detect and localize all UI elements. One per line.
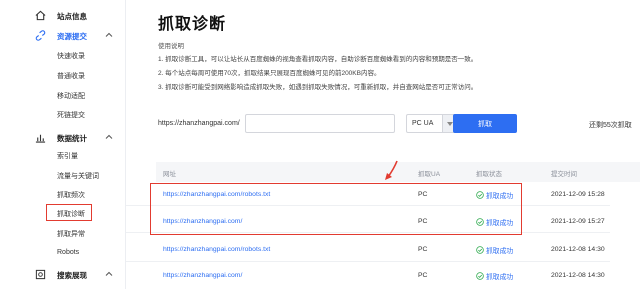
url-path-input[interactable] [245,114,395,133]
annotation-arrow-icon [385,160,398,180]
usage-line: 2. 每个站点每周可使用70次，抓取结果只展现百度蜘蛛可见的前200KB内容。 [158,70,381,77]
column-header-status: 抓取状态 [476,171,502,178]
chevron-up-icon[interactable] [104,30,114,40]
table-row: https://zhanzhangpai.com/robots.txt PC 抓… [126,240,610,262]
ua-select-value: PC UA [412,120,434,127]
highlight-box-table [150,183,522,235]
sidebar-group-resource-submit[interactable]: 资源提交 [0,27,126,45]
column-header-url: 网址 [163,171,176,178]
sidebar-item-crawl-errors[interactable]: 抓取异常 [57,229,85,239]
row-ua: PC [418,246,428,253]
link-icon [35,30,46,41]
check-circle-icon [476,272,484,280]
sidebar-item-mobile-adapt[interactable]: 移动适配 [57,91,85,101]
row-status: 抓取成功 [476,271,513,281]
sidebar-group-label: 数据统计 [57,133,87,143]
row-time: 2021-12-08 14:30 [551,246,605,253]
search-display-icon [35,269,46,280]
check-circle-icon [476,246,484,254]
column-header-ua: 抓取UA [418,171,441,178]
usage-title: 使用说明 [158,43,184,50]
bar-chart-icon [35,134,46,143]
sidebar-group-data-stats[interactable]: 数据统计 [0,129,126,147]
status-text[interactable]: 抓取成功 [486,245,513,255]
sidebar: 站点信息 资源提交 快速收录 普通收录 移动适配 死链提交 数据统计 索引量 流… [0,0,126,289]
caret-down-icon [446,121,453,126]
page-title: 抓取诊断 [158,16,227,33]
sidebar-group-site-info[interactable]: 站点信息 [0,7,126,25]
url-prefix: https://zhanzhangpai.com/ [158,120,240,127]
usage-line: 1. 抓取诊断工具，可以让站长从百度蜘蛛的视角查看抓取内容，自助诊断百度蜘蛛看到… [158,56,478,63]
row-url-link[interactable]: https://zhanzhangpai.com/robots.txt [163,246,270,253]
usage-line: 3. 抓取诊断可能受到网络影响造成抓取失败，如遇到抓取失败情况，可重新抓取，并自… [158,84,478,91]
chevron-up-icon[interactable] [104,269,114,279]
row-time: 2021-12-09 15:28 [551,191,605,198]
sidebar-item-robots[interactable]: Robots [57,249,79,256]
sidebar-item-dead-link[interactable]: 死链提交 [57,110,85,120]
home-icon [35,10,46,21]
row-time: 2021-12-08 14:30 [551,272,605,279]
row-time: 2021-12-09 15:27 [551,218,605,225]
sidebar-item-normal-index[interactable]: 普通收录 [57,71,85,81]
status-text[interactable]: 抓取成功 [486,271,513,281]
fetch-button[interactable]: 抓取 [453,114,517,133]
ua-select[interactable]: PC UA [406,114,457,133]
row-ua: PC [418,272,428,279]
chevron-up-icon[interactable] [104,132,114,142]
sidebar-item-traffic-keywords[interactable]: 流量与关键词 [57,171,99,181]
column-header-time: 提交时间 [551,171,577,178]
sidebar-group-search-display[interactable]: 搜索展现 [0,266,126,284]
remaining-count: 还剩55次抓取 [589,122,632,129]
row-status: 抓取成功 [476,245,513,255]
sidebar-group-label: 站点信息 [57,11,87,21]
sidebar-item-index-volume[interactable]: 索引量 [57,151,78,161]
sidebar-item-fast-index[interactable]: 快速收录 [57,51,85,61]
row-url-link[interactable]: https://zhanzhangpai.com/ [163,272,242,279]
sidebar-group-label: 搜索展现 [57,270,87,280]
sidebar-item-crawl-frequency[interactable]: 抓取频次 [57,190,85,200]
highlight-box-sidebar [46,204,92,221]
table-row: https://zhanzhangpai.com/ PC 抓取成功 2021-1… [126,266,610,288]
sidebar-group-label: 资源提交 [57,31,87,41]
